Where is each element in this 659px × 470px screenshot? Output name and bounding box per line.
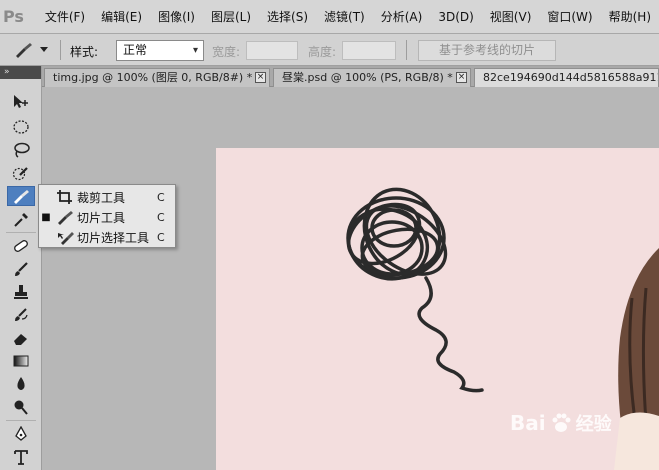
crop-icon (53, 189, 77, 205)
menu-3d[interactable]: 3D(D) (430, 0, 481, 34)
height-label: 高度: (308, 45, 337, 59)
divider (406, 40, 407, 60)
stamp-icon (14, 285, 28, 299)
chevron-down-icon: ▾ (192, 45, 198, 56)
pen-icon (15, 426, 27, 441)
watermark-text: Bai (510, 411, 546, 435)
style-select-value: 正常 (123, 43, 148, 57)
tab-label: 82ce194690d144d5816588a911 (483, 71, 659, 84)
menu-window[interactable]: 窗口(W) (539, 0, 600, 34)
menu-image[interactable]: 图像(I) (150, 0, 203, 34)
flyout-item-slice-select[interactable]: 切片选择工具 C (39, 227, 175, 247)
flyout-item-shortcut: C (157, 230, 165, 244)
slice-tool[interactable] (7, 186, 35, 206)
watermark-sub: 经验 (575, 414, 612, 435)
menu-filter[interactable]: 滤镜(T) (316, 0, 373, 34)
blur-tool[interactable] (7, 374, 35, 394)
height-input (342, 41, 396, 60)
close-icon[interactable]: × (456, 72, 467, 83)
eraser-icon (14, 334, 27, 345)
move-tool[interactable] (7, 92, 35, 112)
toolbox: » (0, 66, 42, 470)
blur-drop-icon (17, 377, 25, 390)
ellipse-marquee-icon (13, 120, 29, 134)
paw-icon (552, 413, 571, 432)
document-tab-active[interactable]: 82ce194690d144d5816588a911 (474, 68, 659, 87)
gradient-icon (13, 355, 29, 367)
options-bar: 样式: 正常 ▾ 宽度: 高度: 基于参考线的切片 (0, 34, 659, 66)
healing-brush-tool[interactable] (7, 236, 35, 256)
gradient-tool[interactable] (7, 351, 35, 371)
document-tab-psd[interactable]: 昼棠.psd @ 100% (PS, RGB/8) * × (273, 68, 471, 87)
slices-from-guides-button: 基于参考线的切片 (418, 40, 556, 61)
clone-stamp-tool[interactable] (7, 282, 35, 302)
tool-preset-picker[interactable] (8, 39, 54, 61)
lasso-tool[interactable] (7, 140, 35, 160)
scribble-drawing (346, 187, 484, 393)
width-label: 宽度: (212, 45, 241, 59)
flyout-item-label: 切片工具 (77, 210, 126, 225)
move-icon (14, 95, 28, 108)
tab-label: 昼棠.psd @ 100% (PS, RGB/8) * (282, 71, 453, 84)
menu-file[interactable]: 文件(F) (37, 0, 93, 34)
style-select[interactable]: 正常 ▾ (116, 40, 204, 61)
history-brush-tool[interactable] (7, 305, 35, 325)
type-tool[interactable] (7, 447, 35, 467)
brush-icon (15, 262, 28, 276)
bandage-icon (14, 240, 28, 252)
quick-selection-icon (12, 167, 28, 181)
menu-bar: Ps 文件(F) 编辑(E) 图像(I) 图层(L) 选择(S) 滤镜(T) 分… (0, 0, 659, 34)
toolbox-grip[interactable]: » (0, 66, 41, 79)
style-label: 样式: (70, 45, 99, 59)
menu-analysis[interactable]: 分析(A) (373, 0, 431, 34)
flyout-item-label: 裁剪工具 (77, 190, 126, 205)
menu-layer[interactable]: 图层(L) (203, 0, 259, 34)
document-tab-bar: timg.jpg @ 100% (图层 0, RGB/8#) * × 昼棠.ps… (42, 66, 659, 87)
width-input (246, 41, 298, 60)
menu-items: 文件(F) 编辑(E) 图像(I) 图层(L) 选择(S) 滤镜(T) 分析(A… (37, 0, 659, 34)
close-icon[interactable]: × (255, 72, 266, 83)
menu-select[interactable]: 选择(S) (259, 0, 316, 34)
tab-label: timg.jpg @ 100% (图层 0, RGB/8#) * (53, 71, 253, 84)
flyout-item-crop[interactable]: 裁剪工具 C (39, 187, 175, 207)
dodge-icon (14, 400, 28, 415)
selected-indicator: ■ (41, 211, 51, 223)
chevron-down-icon (40, 47, 48, 52)
menu-view[interactable]: 视图(V) (482, 0, 540, 34)
menu-edit[interactable]: 编辑(E) (93, 0, 150, 34)
dodge-tool[interactable] (7, 397, 35, 417)
flyout-item-shortcut: C (157, 210, 165, 224)
document-tab-timg[interactable]: timg.jpg @ 100% (图层 0, RGB/8#) * × (44, 68, 270, 87)
photoshop-logo: Ps (2, 6, 24, 26)
slice-tool-flyout-menu: 裁剪工具 C ■ 切片工具 C 切片选择工具 C (38, 184, 176, 248)
eyedropper-icon (14, 213, 28, 227)
marquee-tool[interactable] (7, 117, 35, 137)
slice-icon (53, 209, 77, 225)
slice-select-icon (53, 229, 77, 245)
brush-tool[interactable] (7, 259, 35, 279)
type-icon (14, 450, 28, 465)
flyout-item-label: 切片选择工具 (77, 230, 150, 245)
slice-icon (16, 43, 32, 58)
history-brush-icon (15, 308, 28, 321)
lasso-icon (14, 142, 30, 158)
eyedropper-tool[interactable] (7, 209, 35, 229)
toolbox-divider (6, 232, 36, 233)
pen-tool[interactable] (7, 424, 35, 444)
baidu-watermark: Bai 经验 (510, 405, 650, 441)
toolbox-divider (6, 420, 36, 421)
flyout-item-slice[interactable]: ■ 切片工具 C (39, 207, 175, 227)
divider (60, 40, 61, 60)
quick-selection-tool[interactable] (7, 164, 35, 184)
menu-help[interactable]: 帮助(H) (601, 0, 659, 34)
flyout-item-shortcut: C (157, 190, 165, 204)
slice-icon (14, 190, 29, 204)
eraser-tool[interactable] (7, 328, 35, 348)
